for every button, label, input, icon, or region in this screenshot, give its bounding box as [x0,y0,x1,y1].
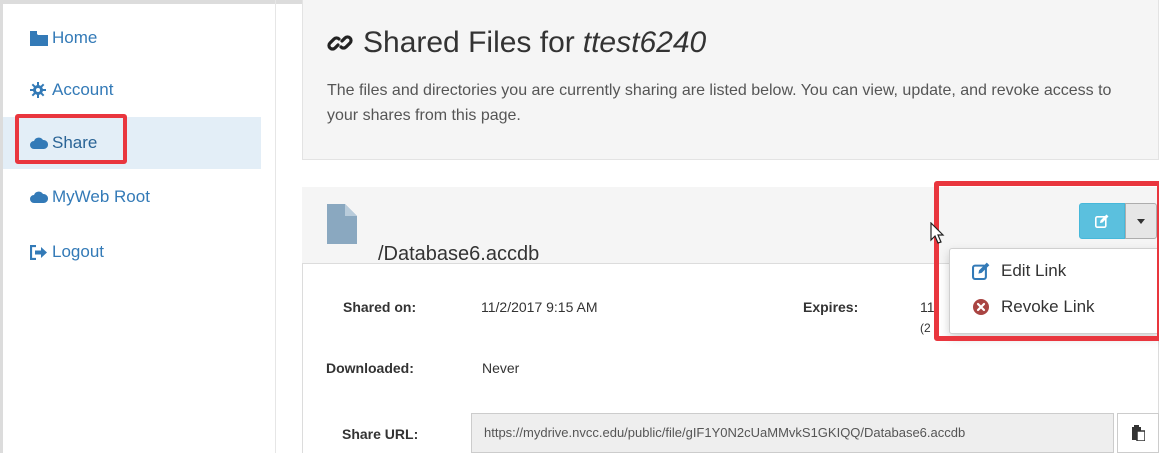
sign-out-icon [30,244,50,260]
page-description: The files and directories you are curren… [327,82,1112,124]
sidebar: Home Account Share MyWeb Root Logout [3,4,261,453]
gear-icon [30,82,50,98]
page-title-username: ttest6240 [582,26,707,59]
sidebar-item-label: Logout [52,242,104,261]
shared-on-value: 11/2/2017 9:15 AM [481,299,598,315]
page-title: Shared Files for ttest6240 [327,26,706,60]
menu-highlight-box [934,181,1159,341]
mouse-cursor-icon [930,221,946,251]
link-icon [327,30,353,56]
page-title-text: Shared Files for [363,26,575,59]
expires-subvalue: (2 [920,321,931,335]
share-highlight-box [15,114,127,164]
shared-on-label: Shared on: [343,299,417,315]
sidebar-item-myweb-root[interactable]: MyWeb Root [3,171,261,223]
content-divider [275,0,276,453]
sidebar-item-account[interactable]: Account [3,64,261,116]
sidebar-item-home[interactable]: Home [3,12,261,64]
downloaded-label: Downloaded: [326,360,414,376]
share-url-label: Share URL: [342,426,419,442]
sidebar-item-logout[interactable]: Logout [3,226,261,278]
shared-file-name: /Database6.accdb [378,243,540,265]
sidebar-item-label: Home [52,28,98,47]
downloaded-value: Never [482,360,520,376]
copy-url-button[interactable] [1117,413,1159,453]
folder-icon [30,30,50,46]
clipboard-icon [1131,425,1145,441]
share-url-field[interactable]: https://mydrive.nvcc.edu/public/file/gIF… [471,413,1114,453]
expires-label: Expires: [803,299,859,315]
cloud-icon [30,191,50,203]
expires-value: 11 [920,299,935,315]
file-icon [327,204,357,249]
sidebar-item-label: Account [52,80,114,99]
sidebar-item-label: MyWeb Root [52,187,150,206]
